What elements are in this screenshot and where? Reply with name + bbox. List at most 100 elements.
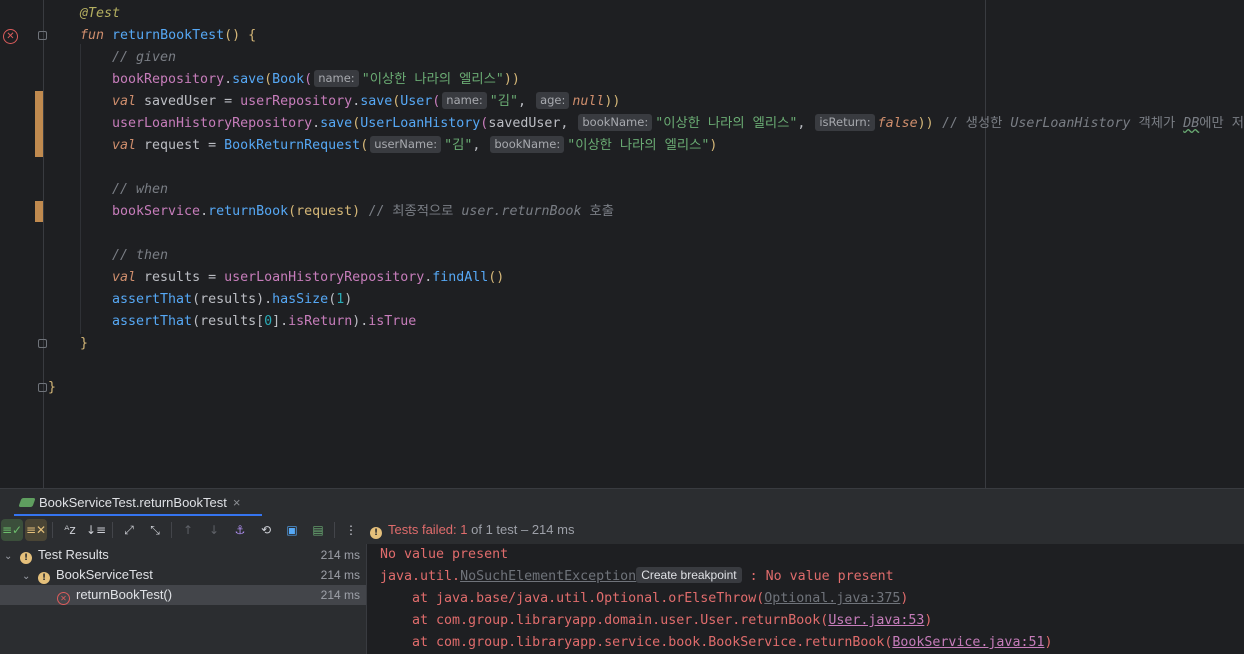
comment: // given [112,50,177,65]
class-name: User [400,94,433,109]
function-name: returnBookTest [112,28,225,43]
paren: ( [328,292,337,307]
code-line[interactable]: @Test [80,3,120,25]
expand-all-icon[interactable]: ⤢ [118,519,140,541]
tree-item-test-class[interactable]: ⌄! BookServiceTest 214 ms [0,565,366,585]
code-line[interactable]: } [48,377,56,399]
chevron-down-icon[interactable]: ⌄ [0,547,14,567]
comment: // then [112,248,169,263]
code-line[interactable]: bookRepository.save(Book(name: "이상한 나라의 엘… [112,69,520,91]
close-icon[interactable]: × [233,495,241,510]
test-results-tree[interactable]: ⌄! Test Results 214 ms ⌄! BookServiceTest 21… [0,544,367,654]
sort-by-duration-icon[interactable]: ↓≡ [85,519,107,541]
stack-frame: at java.base/java.util.Optional.orElseTh… [380,591,765,606]
punct: ). [352,314,369,329]
comment: // when [112,182,169,197]
parameter-hint: userName: [370,136,442,153]
tab-label: BookServiceTest.returnBookTest [39,495,227,510]
function-call: assertThat [112,292,193,307]
tree-item-time: 214 ms [320,588,360,602]
code-line[interactable]: // when [112,179,168,201]
fold-marker-icon[interactable] [38,383,47,392]
open-results-icon[interactable]: ▤ [307,519,329,541]
vcs-change-marker[interactable] [35,91,43,157]
more-options-icon[interactable]: ⋮ [340,519,362,541]
comment: UserLoanHistory [1010,116,1131,131]
fold-marker-icon[interactable] [38,339,47,348]
source-link[interactable]: BookService.java:51 [892,635,1044,650]
code-line[interactable]: } [80,333,88,355]
collapse-all-icon[interactable]: ⤡ [144,519,166,541]
toolbar-divider [171,522,172,538]
keyword: val [112,94,137,109]
parameter-hint: isReturn: [815,114,875,131]
parens: () [488,270,505,285]
string-literal: "김" [444,138,473,153]
tree-item-label: BookServiceTest [56,567,153,582]
method-call: save [360,94,393,109]
code-line[interactable]: userLoanHistoryRepository.save(UserLoanH… [112,113,1244,135]
console-line: java.util.NoSuchElementException Create b… [380,566,894,588]
method-call: hasSize [272,292,329,307]
punct: , [518,94,535,109]
code-line[interactable]: fun returnBookTest() { [80,25,256,47]
test-history-icon[interactable]: ⟲ [255,519,277,541]
chevron-down-icon[interactable]: ⌄ [0,567,32,587]
export-results-icon[interactable]: ▣ [281,519,303,541]
toolbar-divider [52,522,53,538]
code-line[interactable]: bookService.returnBook(request) // 최종적으로… [112,201,614,223]
stack-frame: at com.group.libraryapp.domain.user.User… [380,613,829,628]
punct: . [224,72,233,87]
paren: ( [304,72,313,87]
class-name: Book [272,72,305,87]
tree-item-time: 214 ms [320,568,360,582]
code-editor[interactable]: ✕ @Test fun returnBookTest() { // given … [0,0,1244,488]
parameter-hint: name: [314,70,359,87]
code-line[interactable]: // given [112,47,176,69]
keyword: val [112,270,137,285]
code-line[interactable]: val results = userLoanHistoryRepository.… [112,267,504,289]
status-suffix: of 1 test [467,522,518,537]
previous-failed-icon[interactable]: ↑ [177,519,199,541]
import-tests-icon[interactable]: ⚓ [229,519,251,541]
exception-class-link[interactable]: NoSuchElementException [460,569,636,584]
tree-item-test-method[interactable]: ✕ returnBookTest() 214 ms [0,585,366,605]
indent-guide [80,44,81,334]
function-call: assertThat [112,314,193,329]
identifier: userLoanHistoryRepository [112,116,313,131]
test-failed-gutter-icon[interactable]: ✕ [3,29,18,44]
keyword: fun [80,28,105,43]
source-link[interactable]: Optional.java:375 [764,591,900,606]
create-breakpoint-button[interactable]: Create breakpoint [636,567,742,583]
show-ignored-icon[interactable]: ≡✕ [25,519,47,541]
source-link[interactable]: User.java:53 [828,613,924,628]
gutter-divider [43,0,44,488]
code-line[interactable]: val request = BookReturnRequest(userName… [112,135,717,157]
tab-run-config[interactable]: BookServiceTest.returnBookTest × [14,489,246,517]
arguments: (request) [288,204,361,219]
vcs-change-marker[interactable] [35,201,43,222]
show-passed-icon[interactable]: ≡✓ [1,519,23,541]
annotation: @Test [80,6,121,21]
tree-item-label: returnBookTest() [76,587,173,602]
code-line[interactable]: assertThat(results).hasSize(1) [112,289,352,311]
fold-marker-icon[interactable] [38,31,47,40]
string-literal: "이상한 나라의 엘리스" [567,138,710,153]
tree-item-time: 214 ms [320,548,360,562]
tree-item-test-results[interactable]: ⌄! Test Results 214 ms [0,545,366,565]
punct: ]. [272,314,289,329]
sort-alphabetically-icon[interactable]: ᴬz [59,519,81,541]
test-output-console[interactable]: No value present java.util.NoSuchElement… [367,544,1244,654]
exception-package: java.util. [380,569,461,584]
punct: ) [924,613,933,628]
method-call: findAll [432,270,489,285]
identifier: userRepository [240,94,353,109]
code-line[interactable]: val savedUser = userRepository.save(User… [112,91,620,113]
code-line[interactable]: assertThat(results[0].isReturn).isTrue [112,311,416,333]
comment: DB [1183,116,1200,131]
punct: . [264,292,273,307]
method-call: save [320,116,353,131]
toolbar-divider [334,522,335,538]
next-failed-icon[interactable]: ↓ [203,519,225,541]
code-line[interactable]: // then [112,245,168,267]
